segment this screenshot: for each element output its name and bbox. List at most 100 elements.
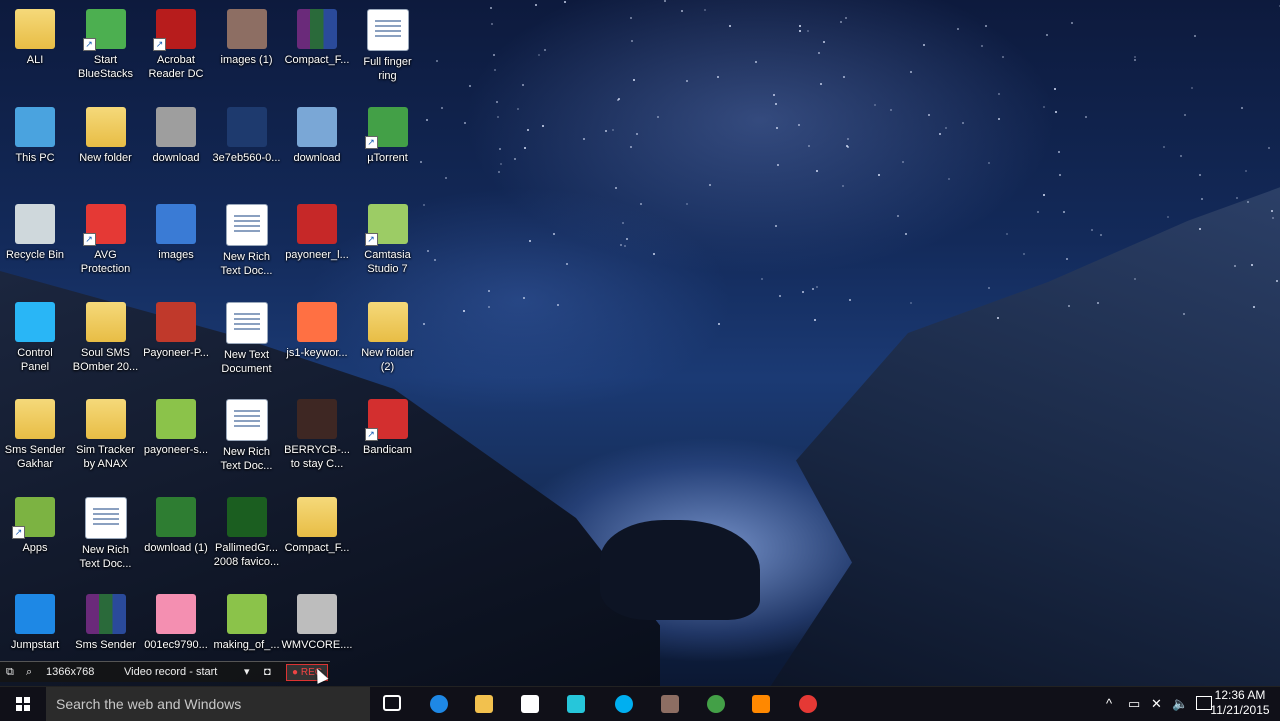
desktop-icon-label: Sms Sender Gakhar [4,444,66,470]
star [985,25,988,28]
desktop-icon[interactable]: payoneer_l... [282,198,352,290]
desktop-icon[interactable]: payoneer-s... [141,393,211,485]
taskbar-utorrent[interactable] [696,690,736,718]
star [1250,263,1253,266]
star [652,252,655,255]
taskbar-task-view[interactable] [372,690,412,718]
desktop-icon[interactable]: download [141,101,211,193]
desktop-icon[interactable]: BERRYCB-... to stay C... [282,393,352,485]
taskbar-skype[interactable] [604,690,644,718]
desktop-icon-label: download (1) [144,541,208,554]
desktop-icon[interactable]: ↗ µTorrent [353,101,423,193]
star [496,116,499,119]
taskbar-chrome[interactable] [788,690,828,718]
star [1236,196,1239,199]
avg-tray-icon[interactable]: ✕ [1151,687,1162,721]
star [490,6,493,9]
desktop-icon-label: images (1) [220,54,273,66]
star [468,84,471,87]
desktop-icon-label: download [293,151,341,164]
star [774,103,777,106]
taskbar-app-5[interactable] [556,690,596,718]
star [494,69,497,72]
record-mode-label[interactable]: Video record - start [124,662,217,682]
taskbar-store[interactable] [510,690,550,718]
star [1162,145,1165,148]
image-file-icon [156,594,196,634]
desktop-icon[interactable]: New Text Document [212,296,282,388]
desktop-icon[interactable]: ↗ Apps [0,491,70,583]
star [1275,279,1278,282]
resolution-label[interactable]: 1366x768 [46,662,94,682]
desktop-icon[interactable]: Payoneer-P... [141,296,211,388]
desktop-icon-label: download [152,151,200,164]
desktop-icon[interactable]: images (1) [212,3,282,95]
desktop-icon[interactable]: New folder [71,101,141,193]
network-icon[interactable]: ▭ [1128,687,1140,721]
star [1090,228,1093,231]
desktop-icon[interactable]: New Rich Text Doc... [212,393,282,485]
favicon-p-icon [226,496,267,537]
star [616,99,619,102]
desktop-icon[interactable]: ALI [0,3,70,95]
desktop-icon[interactable]: Full finger ring [353,3,423,95]
desktop-icon[interactable]: Control Panel [0,296,70,388]
desktop-icon[interactable]: ↗ Start BlueStacks [71,3,141,95]
taskbar-vlc[interactable] [741,690,781,718]
chevron-down-icon[interactable]: ▾ [244,662,250,682]
taskbar-app-7[interactable] [650,690,690,718]
desktop-icon[interactable]: ↗ Camtasia Studio 7 [353,198,423,290]
star [1134,55,1137,58]
desktop-icon[interactable]: js1-keywor... [282,296,352,388]
star [657,116,660,119]
desktop-icon[interactable]: download [282,101,352,193]
desktop-icon[interactable]: Compact_F... [282,3,352,95]
star [841,185,844,188]
desktop-icon[interactable]: This PC [0,101,70,193]
desktop-icon-label: PallimedGr... 2008 favico... [213,541,280,568]
desktop-icon[interactable]: New Rich Text Doc... [71,491,141,583]
star [537,54,540,57]
camtasia-icon: ↗ [364,204,408,246]
camera-icon[interactable]: ◘ [264,662,271,682]
window-icon[interactable]: ⧉ [6,662,14,682]
desktop-icon[interactable]: Recycle Bin [0,198,70,290]
desktop-icon[interactable]: Sms Sender Gakhar [0,393,70,485]
recycle-bin-icon [15,204,55,244]
desktop-icon[interactable]: ↗ Bandicam [353,393,423,485]
desktop-icon-label: This PC [15,151,55,164]
desktop-icon[interactable]: Soul SMS BOmber 20... [71,296,141,388]
shortcut-arrow-icon: ↗ [364,135,378,149]
start-button[interactable] [0,687,46,721]
taskbar-edge[interactable] [419,690,459,718]
volume-icon[interactable]: 🔈 [1172,687,1188,721]
star [626,238,629,241]
search-icon[interactable]: ⌕ [26,662,32,682]
star [497,171,500,174]
task-view-icon [383,695,401,711]
star [798,124,800,127]
desktop-icon[interactable]: New folder (2) [353,296,423,388]
search-box[interactable]: Search the web and Windows [46,687,370,721]
chevron-up-icon[interactable]: ^ [1106,687,1112,721]
clock[interactable]: 12:36 AM 11/21/2015 [1210,688,1270,718]
skype-icon [615,695,633,713]
desktop-icon[interactable]: download (1) [141,491,211,583]
desktop-icon[interactable]: ↗ Acrobat Reader DC [141,3,211,95]
desktop-icon[interactable]: images [141,198,211,290]
star [566,262,569,265]
star [778,295,781,298]
desktop-icon[interactable]: New Rich Text Doc... [212,198,282,290]
desktop-icon[interactable]: PallimedGr... 2008 favico... [212,491,282,583]
taskbar-file-explorer[interactable] [464,690,504,718]
desktop-icon[interactable]: Sim Tracker by ANAX [71,393,141,485]
desktop-icon[interactable]: ↗ AVG Protection [71,198,141,290]
game-icon [661,695,679,713]
desktop-icon[interactable]: 3e7eb560-0... [212,101,282,193]
folder-icon [85,399,126,439]
star [516,108,519,111]
star [686,203,689,206]
star [1054,88,1057,91]
desktop-icon[interactable]: Compact_F... [282,491,352,583]
star [498,147,501,150]
